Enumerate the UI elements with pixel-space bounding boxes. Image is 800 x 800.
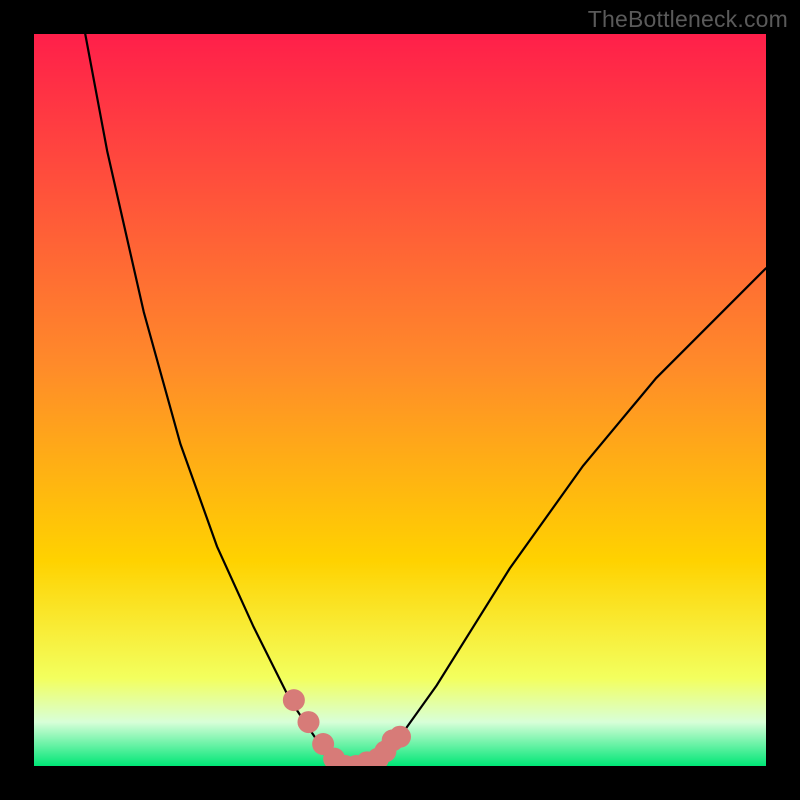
plot-background	[34, 34, 766, 766]
highlight-dot	[298, 711, 320, 733]
chart-stage	[0, 0, 800, 800]
highlight-dot	[389, 726, 411, 748]
bottleneck-chart	[0, 0, 800, 800]
watermark-text: TheBottleneck.com	[588, 6, 788, 33]
highlight-dot	[283, 689, 305, 711]
